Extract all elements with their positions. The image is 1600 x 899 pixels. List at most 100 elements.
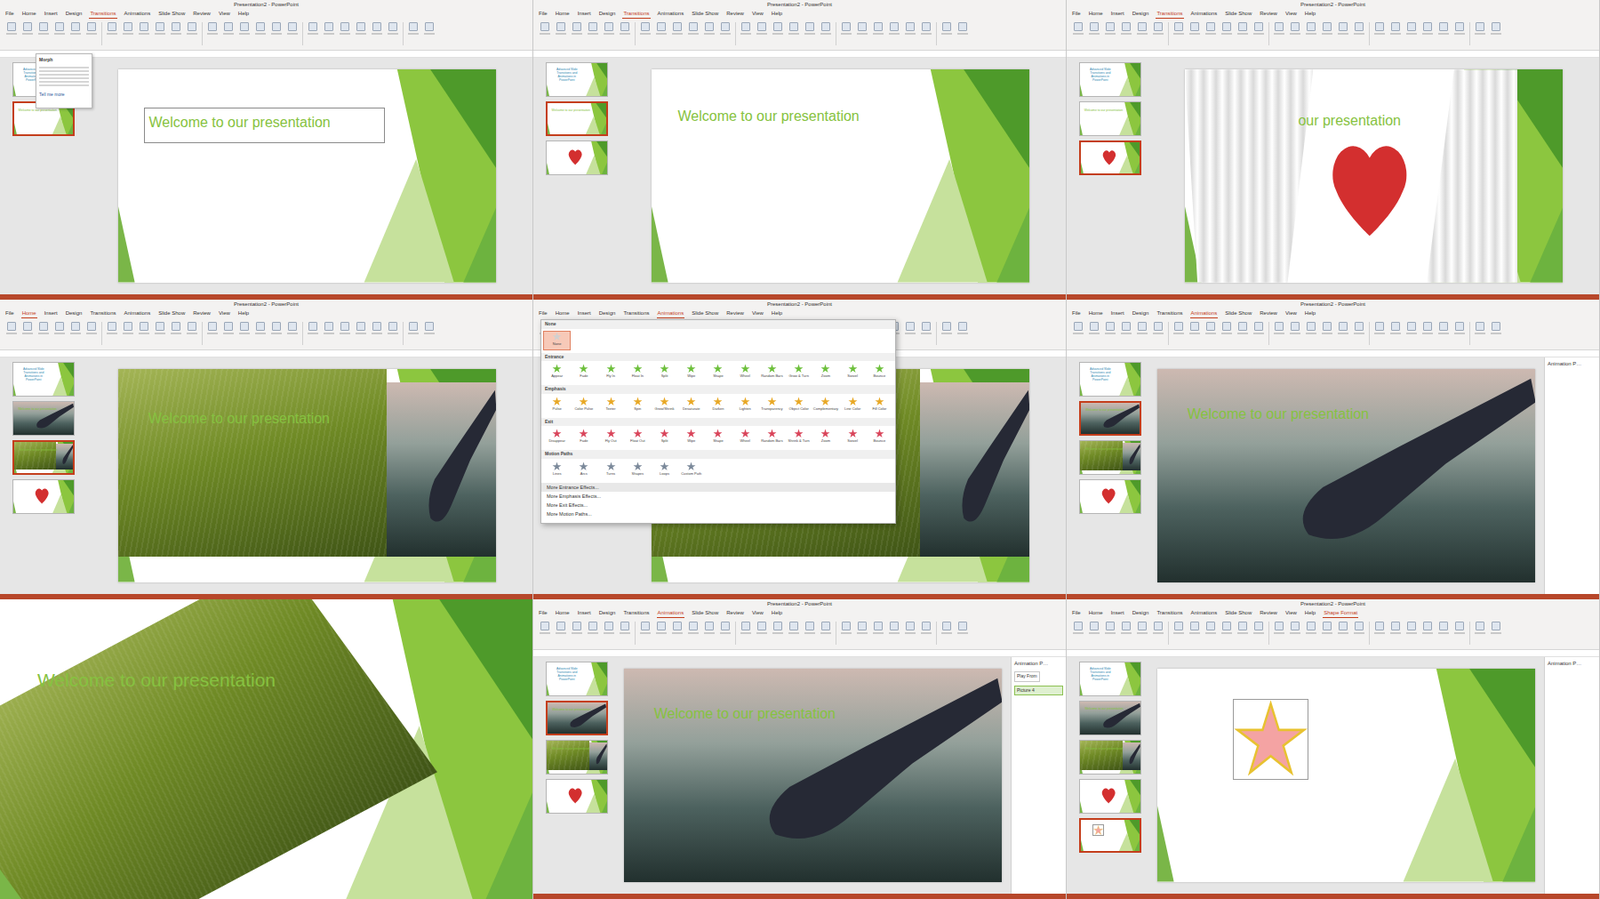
paddle-photo[interactable] bbox=[589, 742, 608, 769]
ribbon-tab[interactable]: Design bbox=[598, 8, 617, 19]
paddle-photo[interactable] bbox=[1157, 368, 1536, 582]
ribbon-button[interactable] bbox=[238, 22, 251, 40]
slide-title[interactable]: Advanced Slide Transitions and Animation… bbox=[550, 666, 584, 681]
slide-title[interactable]: Advanced Slide Transitions and Animation… bbox=[550, 67, 584, 82]
ribbon-tab[interactable]: View bbox=[751, 308, 765, 319]
ribbon-button[interactable] bbox=[904, 321, 917, 340]
ribbon-button[interactable] bbox=[370, 321, 384, 340]
ribbon-button[interactable] bbox=[386, 22, 400, 40]
ribbon-tab[interactable]: Review bbox=[725, 608, 745, 618]
ribbon-button[interactable] bbox=[169, 321, 183, 340]
ribbon-button[interactable] bbox=[69, 321, 82, 340]
ribbon-button[interactable] bbox=[386, 321, 400, 340]
ribbon-button[interactable] bbox=[956, 321, 969, 340]
ribbon-tab[interactable]: Insert bbox=[576, 608, 592, 618]
ribbon-button[interactable] bbox=[1088, 321, 1101, 340]
ribbon-button[interactable] bbox=[554, 22, 568, 40]
ribbon-button[interactable] bbox=[1220, 22, 1233, 40]
ribbon-tab[interactable]: Insert bbox=[576, 308, 592, 319]
ribbon-tab[interactable]: File bbox=[4, 8, 16, 19]
slide-title[interactable]: Welcome to our presentation bbox=[144, 107, 384, 143]
ribbon-button[interactable] bbox=[1204, 621, 1217, 640]
slide-thumbnail[interactable]: Welcome to our presentation bbox=[1079, 400, 1142, 436]
ribbon-tab[interactable]: Help bbox=[237, 308, 250, 319]
animation-effect[interactable]: Shrink & Turn bbox=[785, 428, 812, 447]
paddle-photo[interactable] bbox=[1122, 442, 1141, 470]
ribbon-button[interactable] bbox=[1489, 621, 1503, 640]
ribbon-button[interactable] bbox=[1136, 22, 1149, 40]
ribbon-button[interactable] bbox=[1389, 621, 1402, 640]
ribbon-tab[interactable]: Design bbox=[64, 308, 84, 319]
ribbon-button[interactable] bbox=[1405, 621, 1418, 640]
ribbon-tab[interactable]: Help bbox=[770, 308, 784, 319]
gallery-menu-item[interactable]: More Motion Paths... bbox=[541, 509, 896, 519]
animation-effect[interactable]: Fly Out bbox=[597, 428, 624, 447]
slide-title[interactable]: Welcome to our presentation bbox=[551, 746, 590, 751]
ribbon-button[interactable] bbox=[1352, 22, 1366, 40]
ribbon-button[interactable] bbox=[1152, 22, 1165, 40]
slide-thumbnail[interactable]: Welcome to our presentation bbox=[1079, 739, 1142, 775]
slide-title[interactable]: Welcome to our presentation bbox=[1084, 706, 1123, 711]
slide-thumbnail[interactable]: Welcome to our presentation bbox=[1079, 440, 1142, 475]
wheat-photo[interactable] bbox=[118, 368, 387, 557]
ribbon-tab[interactable]: Home bbox=[554, 308, 571, 319]
animation-effect[interactable]: Lighten bbox=[732, 396, 759, 415]
ribbon-button[interactable] bbox=[1352, 321, 1366, 340]
animation-effect[interactable]: Fade bbox=[570, 363, 597, 382]
ribbon-tab[interactable]: Help bbox=[1304, 608, 1317, 618]
slide-title[interactable]: Welcome to our presentation bbox=[677, 107, 859, 125]
ribbon-tab[interactable]: Slide Show bbox=[1224, 308, 1253, 319]
ribbon-button[interactable] bbox=[755, 22, 768, 40]
ribbon-tab[interactable]: File bbox=[4, 308, 16, 319]
animation-effect[interactable]: Zoom bbox=[812, 428, 839, 447]
slide-thumbnail[interactable]: Advanced Slide Transitions and Animation… bbox=[1079, 62, 1142, 97]
ribbon-button[interactable] bbox=[69, 22, 82, 40]
ribbon-button[interactable] bbox=[1453, 621, 1466, 640]
ribbon-button[interactable] bbox=[856, 621, 869, 640]
slide-title[interactable]: Welcome to our presentation bbox=[17, 407, 56, 411]
ribbon-button[interactable] bbox=[137, 321, 151, 340]
ribbon-button[interactable] bbox=[423, 22, 436, 40]
ribbon-button[interactable] bbox=[1320, 321, 1334, 340]
slide-thumbnail[interactable]: Welcome to our presentation bbox=[12, 440, 75, 475]
ribbon-button[interactable] bbox=[286, 22, 299, 40]
ribbon-tab[interactable]: Home bbox=[1088, 8, 1104, 19]
ribbon-tab[interactable]: Animations bbox=[123, 308, 152, 319]
ribbon-button[interactable] bbox=[687, 22, 700, 40]
ribbon-button[interactable] bbox=[1489, 321, 1503, 340]
ribbon-button[interactable] bbox=[739, 22, 752, 40]
ribbon-button[interactable] bbox=[538, 22, 552, 40]
ribbon-button[interactable] bbox=[1272, 321, 1286, 340]
ribbon-button[interactable] bbox=[687, 621, 700, 640]
slide-title[interactable]: Welcome to our presentation bbox=[148, 409, 330, 427]
animation-effect[interactable]: Split bbox=[651, 428, 678, 447]
animation-effect[interactable]: Swivel bbox=[840, 428, 866, 447]
ribbon-tab[interactable]: Help bbox=[770, 8, 784, 19]
ribbon-button[interactable] bbox=[1304, 621, 1318, 640]
ribbon-button[interactable] bbox=[338, 22, 352, 40]
ribbon-tab[interactable]: Slide Show bbox=[157, 308, 186, 319]
animation-effect[interactable]: Darken bbox=[704, 396, 731, 415]
ribbon-button[interactable] bbox=[856, 22, 869, 40]
animation-effect[interactable]: Object Color bbox=[785, 396, 812, 415]
ribbon-button[interactable] bbox=[872, 621, 885, 640]
ribbon-button[interactable] bbox=[137, 22, 151, 40]
ribbon-button[interactable] bbox=[185, 321, 199, 340]
ribbon-button[interactable] bbox=[755, 621, 768, 640]
ribbon-button[interactable] bbox=[602, 22, 616, 40]
slide-canvas[interactable]: Welcome to our presentation bbox=[624, 668, 1003, 881]
animation-effect[interactable]: Arcs bbox=[570, 461, 597, 480]
slide-title[interactable]: Advanced Slide Transitions and Animation… bbox=[16, 367, 50, 382]
ribbon-button[interactable] bbox=[1288, 321, 1302, 340]
ribbon-button[interactable] bbox=[538, 621, 552, 640]
ribbon-button[interactable] bbox=[1473, 321, 1487, 340]
slide-title[interactable]: Welcome to our presentation bbox=[1084, 746, 1123, 751]
ribbon-tab[interactable]: View bbox=[751, 608, 765, 618]
ribbon-tab[interactable]: File bbox=[537, 608, 549, 618]
ribbon-button[interactable] bbox=[888, 22, 901, 40]
ribbon-tab[interactable]: Design bbox=[1131, 8, 1151, 19]
animation-effect[interactable]: Random Bars bbox=[759, 363, 785, 382]
ribbon-button[interactable] bbox=[586, 22, 600, 40]
ribbon-button[interactable] bbox=[5, 321, 18, 340]
ribbon-tab[interactable]: View bbox=[1284, 308, 1298, 319]
